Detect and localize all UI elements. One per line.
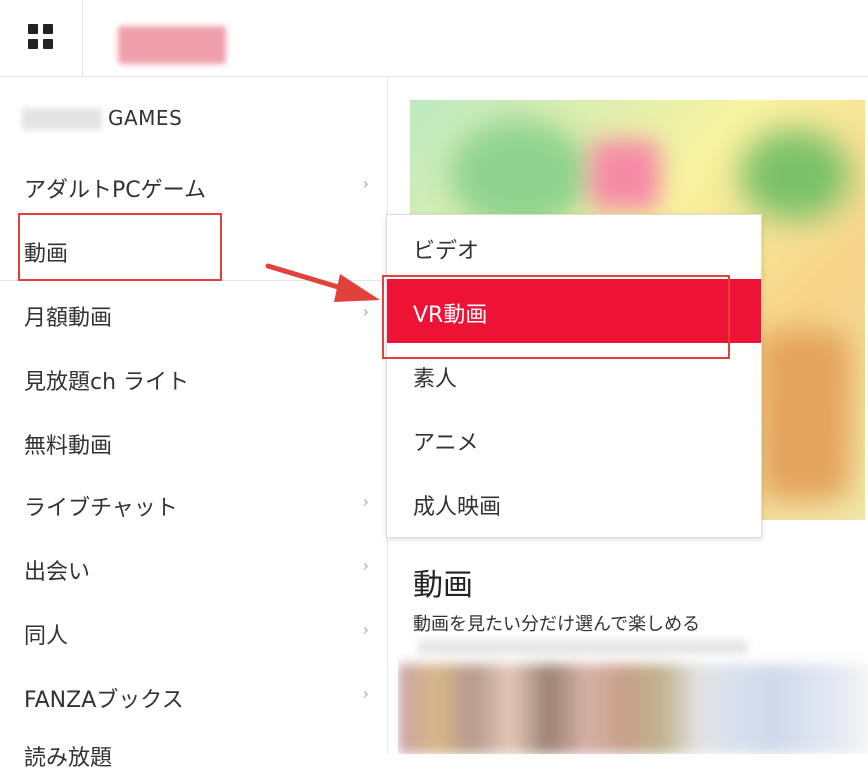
red-arrow-icon <box>265 263 380 302</box>
sidebar-item-label: 同人 <box>24 624 69 649</box>
section-title: 動画 <box>413 568 473 603</box>
chevron-right-icon: › <box>362 174 369 193</box>
sidebar-item-label: 月額動画 <box>24 306 113 331</box>
top-bar <box>0 0 868 77</box>
submenu-item-label: 成人映画 <box>413 495 502 520</box>
sidebar-item-adult-pc-game[interactable]: アダルトPCゲーム › <box>0 150 387 214</box>
sidebar-item-mihoudai-lite[interactable]: 見放題ch ライト <box>0 342 387 406</box>
sidebar-item-fanza-books[interactable]: FANZAブックス › <box>0 660 387 724</box>
submenu-item-label: 素人 <box>413 367 458 392</box>
logo[interactable] <box>118 26 226 64</box>
games-brand-blurred <box>22 108 102 130</box>
sidebar-item-games[interactable]: GAMES <box>108 106 182 130</box>
sidebar-item-yomihoudai[interactable]: 読み放題 <box>0 718 387 782</box>
sidebar-item-free-douga[interactable]: 無料動画 <box>0 406 387 470</box>
sidebar-item-label: FANZAブックス <box>24 688 184 713</box>
submenu-item-anime[interactable]: アニメ <box>387 407 761 471</box>
chevron-right-icon: › <box>362 684 369 703</box>
sidebar-item-label: 出会い <box>24 560 91 585</box>
chevron-right-icon: › <box>362 556 369 575</box>
sidebar-item-doujin[interactable]: 同人 › <box>0 596 387 660</box>
submenu-item-label: アニメ <box>413 431 479 456</box>
sidebar-item-label: 見放題ch ライト <box>24 370 190 395</box>
submenu-item-video[interactable]: ビデオ <box>387 215 761 279</box>
highlight-box-douga <box>18 213 222 281</box>
menu-button[interactable] <box>0 0 83 76</box>
thumbnail-row-blurred[interactable] <box>398 632 868 754</box>
douga-submenu: ビデオ VR動画 素人 アニメ 成人映画 <box>386 214 762 538</box>
sidebar-item-label: 読み放題 <box>24 746 113 771</box>
submenu-item-label: ビデオ <box>413 239 480 264</box>
sidebar-item-label: ライブチャット <box>24 496 178 521</box>
highlight-box-vr-douga <box>382 275 730 359</box>
sidebar-item-label: 無料動画 <box>24 434 113 459</box>
sidebar-item-label: アダルトPCゲーム <box>24 178 206 203</box>
sidebar-item-live-chat[interactable]: ライブチャット › <box>0 468 387 532</box>
grid-icon <box>28 24 54 50</box>
submenu-item-seijin-eiga[interactable]: 成人映画 <box>387 471 761 535</box>
chevron-right-icon: › <box>362 492 369 511</box>
chevron-right-icon: › <box>362 620 369 639</box>
sidebar-item-deai[interactable]: 出会い › <box>0 532 387 596</box>
